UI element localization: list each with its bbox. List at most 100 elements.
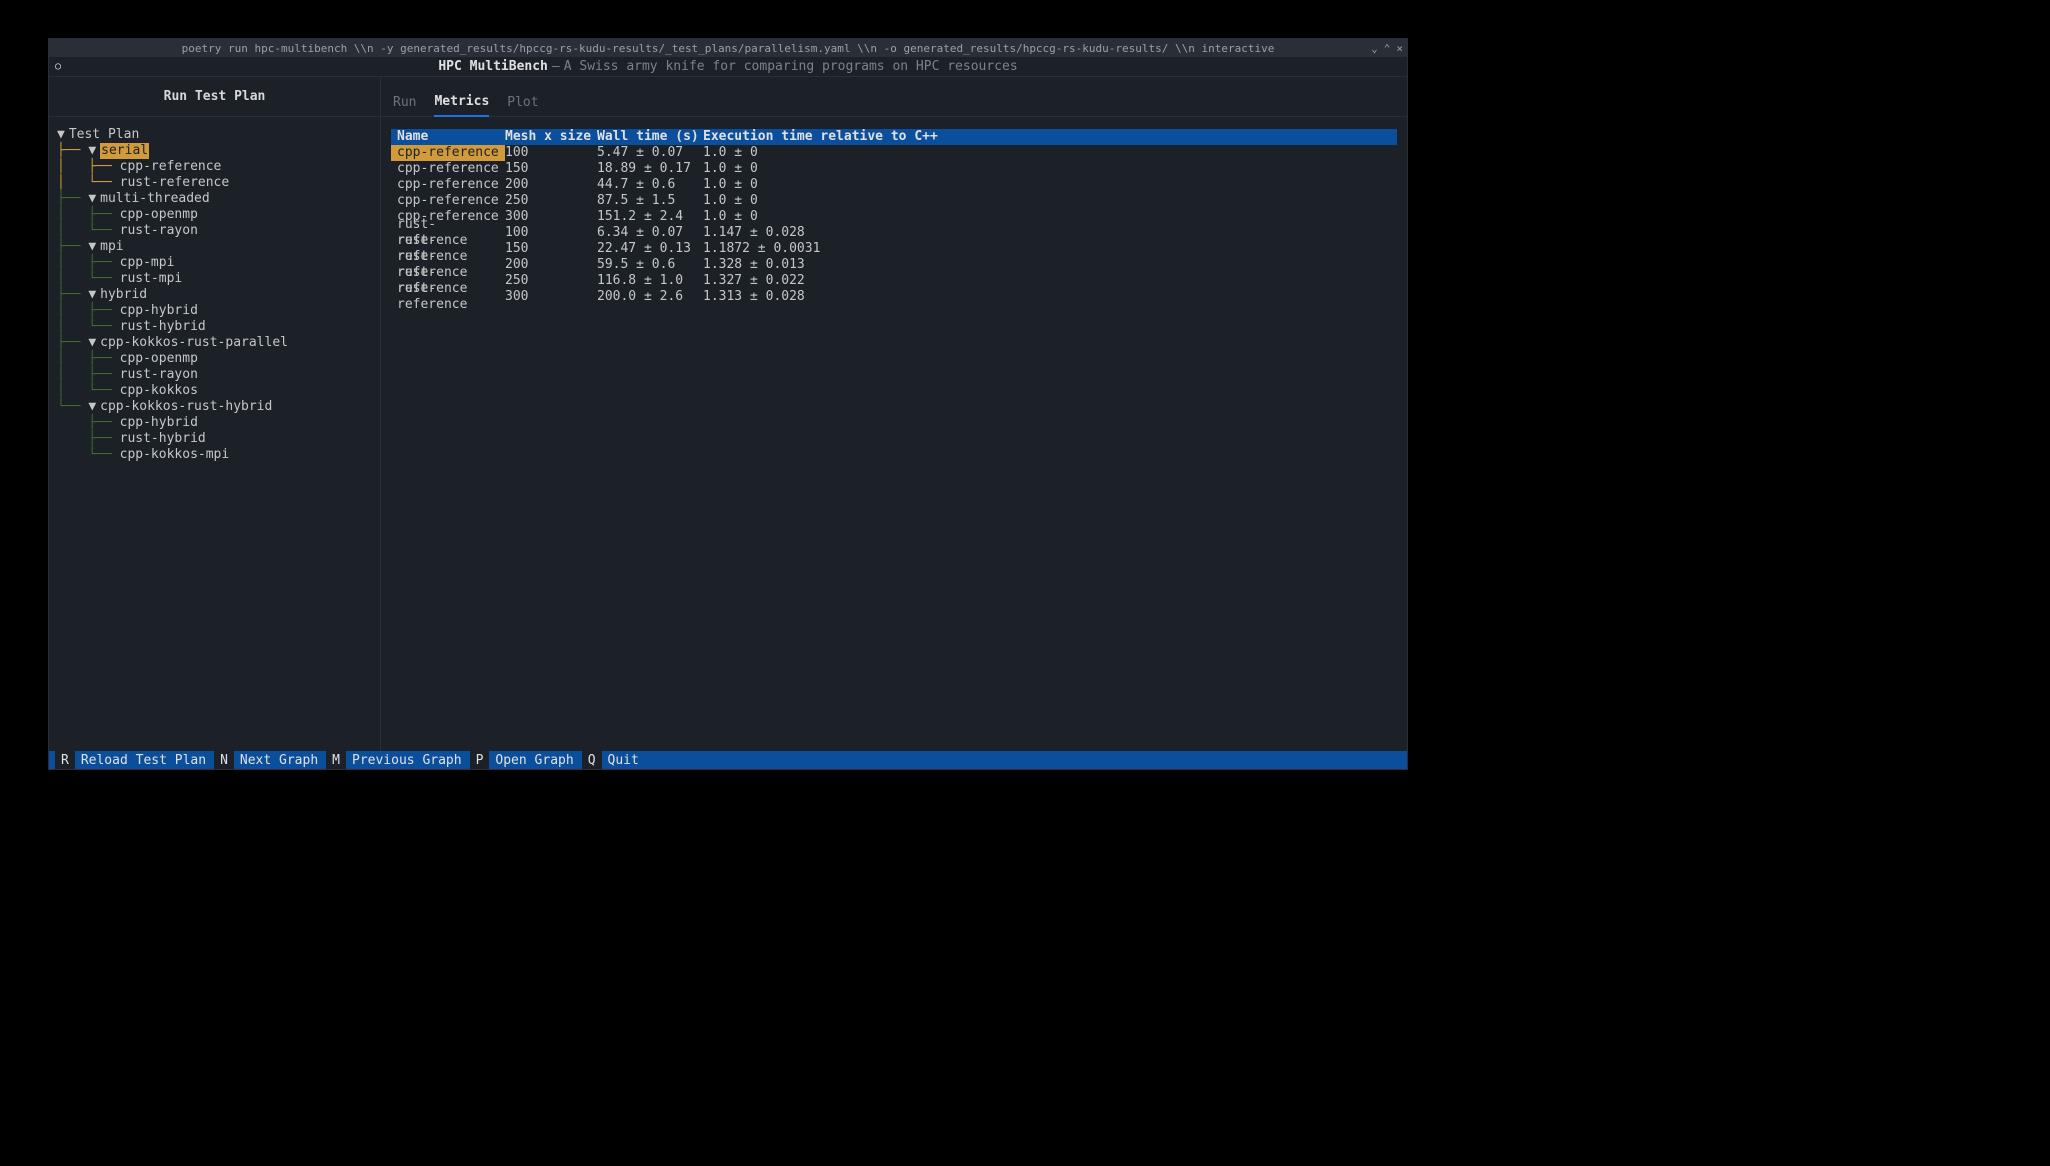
app-window: poetry run hpc-multibench \\n -y generat… — [48, 38, 1408, 770]
table-cell: 1.327 ± 0.022 — [703, 273, 1397, 289]
test-plan-tree[interactable]: ▼Test Plan├── ▼serial│ ├── cpp-reference… — [49, 117, 380, 473]
tree-branch-icon: │ ├── — [57, 207, 120, 223]
tree-branch-icon: ├── — [57, 143, 88, 159]
app-body: Run Test Plan ▼Test Plan├── ▼serial│ ├──… — [49, 77, 1407, 751]
tree-item[interactable]: │ ├── cpp-mpi — [57, 255, 372, 271]
tree-item-label: cpp-hybrid — [120, 415, 198, 431]
table-cell: 1.0 ± 0 — [703, 193, 1397, 209]
shortcut-key[interactable]: M — [326, 751, 346, 769]
table-row[interactable]: cpp-reference1005.47 ± 0.071.0 ± 0 — [391, 145, 1397, 161]
col-wall: Wall time (s) — [597, 129, 703, 145]
tree-item[interactable]: │ └── rust-reference — [57, 175, 372, 191]
table-cell: 1.313 ± 0.028 — [703, 289, 1397, 305]
tab-run[interactable]: Run — [393, 95, 416, 116]
table-cell: 250 — [505, 193, 597, 209]
table-cell: cpp-reference — [391, 145, 505, 161]
table-cell: cpp-reference — [391, 177, 505, 193]
tree-item[interactable]: ├── cpp-hybrid — [57, 415, 372, 431]
sidebar: Run Test Plan ▼Test Plan├── ▼serial│ ├──… — [49, 77, 381, 751]
tree-item-label: cpp-kokkos-rust-parallel — [100, 335, 288, 351]
table-row[interactable]: rust-reference15022.47 ± 0.131.1872 ± 0.… — [391, 241, 1397, 257]
tree-item[interactable]: │ └── rust-mpi — [57, 271, 372, 287]
table-cell: 1.328 ± 0.013 — [703, 257, 1397, 273]
maximize-icon[interactable]: ⌃ — [1384, 42, 1391, 55]
tab-metrics[interactable]: Metrics — [434, 94, 489, 117]
table-row[interactable]: rust-reference1006.34 ± 0.071.147 ± 0.02… — [391, 225, 1397, 241]
minimize-icon[interactable]: ⌄ — [1371, 42, 1378, 55]
shortcut-key[interactable]: P — [470, 751, 490, 769]
tree-item-label: cpp-openmp — [120, 351, 198, 367]
tree-item-label: mpi — [100, 239, 123, 255]
tree-item[interactable]: ├── ▼cpp-kokkos-rust-parallel — [57, 335, 372, 351]
chevron-down-icon[interactable]: ▼ — [88, 239, 96, 255]
tree-item[interactable]: ├── ▼multi-threaded — [57, 191, 372, 207]
spinner-icon: ○ — [55, 61, 61, 72]
chevron-down-icon[interactable]: ▼ — [88, 335, 96, 351]
table-row[interactable]: rust-reference20059.5 ± 0.61.328 ± 0.013 — [391, 257, 1397, 273]
tree-item[interactable]: │ ├── cpp-openmp — [57, 351, 372, 367]
shortcut-key[interactable]: R — [55, 751, 75, 769]
tree-branch-icon: ├── — [57, 335, 88, 351]
chevron-down-icon[interactable]: ▼ — [88, 399, 96, 415]
table-cell: 1.0 ± 0 — [703, 209, 1397, 225]
tree-branch-icon: │ └── — [57, 223, 120, 239]
tree-branch-icon: │ ├── — [57, 351, 120, 367]
table-cell: 300 — [505, 289, 597, 305]
tree-branch-icon: │ ├── — [57, 255, 120, 271]
tree-item[interactable]: ├── ▼hybrid — [57, 287, 372, 303]
tree-item[interactable]: │ └── rust-rayon — [57, 223, 372, 239]
tree-item[interactable]: │ ├── cpp-hybrid — [57, 303, 372, 319]
tree-item-label: cpp-kokkos-mpi — [120, 447, 230, 463]
tree-item[interactable]: ▼Test Plan — [57, 127, 372, 143]
tab-plot[interactable]: Plot — [507, 95, 538, 116]
tree-item[interactable]: └── ▼cpp-kokkos-rust-hybrid — [57, 399, 372, 415]
table-cell: rust-reference — [391, 281, 505, 313]
app-title: HPC MultiBench — [438, 59, 548, 74]
tree-item-label: rust-mpi — [120, 271, 183, 287]
tree-item[interactable]: │ ├── rust-rayon — [57, 367, 372, 383]
tree-item[interactable]: ├── ▼serial — [57, 143, 372, 159]
tree-item[interactable]: ├── ▼mpi — [57, 239, 372, 255]
tree-item[interactable]: │ └── cpp-kokkos — [57, 383, 372, 399]
window-controls: ⌄ ⌃ × — [1371, 42, 1403, 55]
table-cell: 200 — [505, 177, 597, 193]
tree-item-label: multi-threaded — [100, 191, 210, 207]
tree-branch-icon: │ ├── — [57, 159, 120, 175]
app-header: ○ HPC MultiBench — A Swiss army knife fo… — [49, 57, 1407, 77]
tree-item-label: serial — [100, 143, 149, 159]
table-row[interactable]: cpp-reference15018.89 ± 0.171.0 ± 0 — [391, 161, 1397, 177]
tree-item-label: rust-hybrid — [120, 431, 206, 447]
tree-item[interactable]: │ ├── cpp-openmp — [57, 207, 372, 223]
tree-branch-icon: ├── — [57, 431, 120, 447]
tree-item[interactable]: │ └── rust-hybrid — [57, 319, 372, 335]
table-row[interactable]: cpp-reference20044.7 ± 0.61.0 ± 0 — [391, 177, 1397, 193]
chevron-down-icon[interactable]: ▼ — [88, 287, 96, 303]
tree-item[interactable]: │ ├── cpp-reference — [57, 159, 372, 175]
table-row[interactable]: rust-reference300200.0 ± 2.61.313 ± 0.02… — [391, 289, 1397, 305]
close-icon[interactable]: × — [1396, 42, 1403, 55]
tree-item[interactable]: ├── rust-hybrid — [57, 431, 372, 447]
tree-item-label: cpp-reference — [120, 159, 222, 175]
tree-branch-icon: ├── — [57, 287, 88, 303]
chevron-down-icon[interactable]: ▼ — [88, 143, 96, 159]
table-cell: 87.5 ± 1.5 — [597, 193, 703, 209]
table-cell: 200 — [505, 257, 597, 273]
table-row[interactable]: cpp-reference300151.2 ± 2.41.0 ± 0 — [391, 209, 1397, 225]
chevron-down-icon[interactable]: ▼ — [57, 127, 65, 143]
tree-item-label: Test Plan — [69, 127, 139, 143]
table-cell: 22.47 ± 0.13 — [597, 241, 703, 257]
table-row[interactable]: rust-reference250116.8 ± 1.01.327 ± 0.02… — [391, 273, 1397, 289]
shortcut-label: Open Graph — [489, 753, 581, 768]
shortcut-key[interactable]: Q — [582, 751, 602, 769]
table-cell: cpp-reference — [391, 161, 505, 177]
tree-item-label: rust-reference — [120, 175, 230, 191]
tree-branch-icon: ├── — [57, 191, 88, 207]
shortcut-key[interactable]: N — [214, 751, 234, 769]
table-header-row: Name Mesh x size Wall time (s) Execution… — [391, 129, 1397, 145]
table-cell: 200.0 ± 2.6 — [597, 289, 703, 305]
table-cell: 1.0 ± 0 — [703, 145, 1397, 161]
tree-item[interactable]: └── cpp-kokkos-mpi — [57, 447, 372, 463]
table-row[interactable]: cpp-reference25087.5 ± 1.51.0 ± 0 — [391, 193, 1397, 209]
chevron-down-icon[interactable]: ▼ — [88, 191, 96, 207]
sidebar-title: Run Test Plan — [49, 77, 380, 117]
